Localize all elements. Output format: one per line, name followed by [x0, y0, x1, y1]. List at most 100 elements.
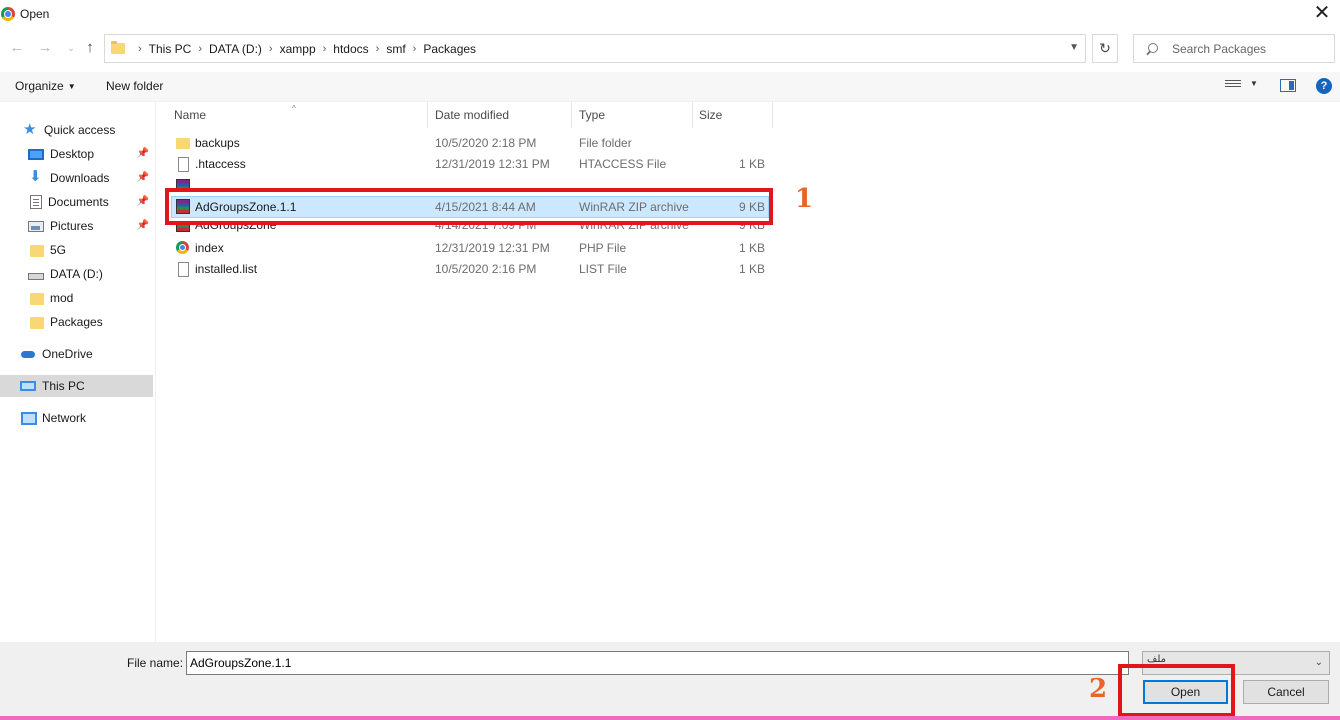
sidebar-item-label: 5G [50, 243, 67, 257]
file-type: File folder [579, 136, 632, 150]
search-input[interactable] [1172, 41, 1322, 56]
sort-ascending-icon: ^ [292, 104, 296, 113]
chevron-down-icon: ⌄ [1314, 657, 1323, 668]
organize-menu[interactable]: Organize ▼ [15, 79, 76, 93]
recent-locations-chevron-icon[interactable]: ⌄ [62, 39, 80, 57]
file-name-label: File name: [127, 656, 184, 670]
chrome-icon [176, 241, 189, 254]
chevron-right-icon[interactable]: › [323, 43, 327, 55]
download-icon [28, 167, 44, 185]
chevron-down-icon: ▼ [67, 82, 76, 91]
close-icon[interactable]: ✕ [1310, 2, 1334, 26]
navigation-bar: ← → ⌄ ↑ › This PC › DATA (D:) › xampp › … [0, 34, 1340, 64]
file-row-installed-list[interactable]: installed.list 10/5/2020 2:16 PM LIST Fi… [171, 259, 769, 280]
search-box[interactable] [1133, 34, 1335, 63]
file-name: index [195, 241, 224, 255]
chevron-right-icon[interactable]: › [269, 43, 273, 55]
breadcrumb-packages[interactable]: Packages [423, 42, 476, 56]
sidebar-item-onedrive[interactable]: OneDrive [0, 343, 153, 365]
address-bar[interactable]: › This PC › DATA (D:) › xampp › htdocs ›… [104, 34, 1086, 63]
refresh-icon: ↻ [1099, 40, 1111, 56]
pin-icon[interactable]: 📌 [137, 220, 149, 231]
column-header-name[interactable]: Name [174, 102, 428, 128]
file-date: 10/5/2020 2:16 PM [435, 262, 537, 276]
refresh-button[interactable]: ↻ [1092, 34, 1118, 63]
pin-icon[interactable]: 📌 [137, 172, 149, 183]
new-folder-button[interactable]: New folder [106, 79, 163, 93]
folder-icon [30, 317, 44, 329]
file-row-index[interactable]: index 12/31/2019 12:31 PM PHP File 1 KB [171, 238, 769, 259]
file-icon [178, 262, 189, 277]
pictures-icon [28, 220, 44, 232]
sidebar-item-label: DATA (D:) [50, 267, 103, 281]
sidebar-item-packages[interactable]: Packages [0, 311, 153, 333]
forward-arrow-icon[interactable]: → [36, 39, 54, 57]
file-name: backups [195, 136, 240, 150]
sidebar-item-label: Desktop [50, 147, 95, 161]
pin-icon[interactable]: 📌 [137, 148, 149, 159]
folder-icon [176, 138, 190, 149]
sidebar-item-downloads[interactable]: Downloads 📌 [0, 167, 153, 189]
window-title: Open [20, 7, 50, 21]
column-header-size[interactable]: Size [699, 102, 773, 128]
up-arrow-icon[interactable]: ↑ [81, 39, 99, 57]
column-header-date-modified[interactable]: Date modified [435, 102, 572, 128]
help-icon[interactable]: ? [1316, 78, 1332, 94]
file-name-field[interactable] [186, 651, 1129, 675]
sidebar-item-mod[interactable]: mod [0, 287, 153, 309]
file-date: 12/31/2019 12:31 PM [435, 157, 550, 171]
chevron-down-icon[interactable]: ▼ [1250, 79, 1258, 88]
sidebar-item-pictures[interactable]: Pictures 📌 [0, 215, 153, 237]
command-bar: Organize ▼ New folder [0, 72, 1340, 102]
file-size: 1 KB [738, 262, 765, 276]
file-size: 1 KB [738, 241, 765, 255]
preview-pane-icon[interactable] [1280, 79, 1296, 92]
file-name: installed.list [195, 262, 258, 276]
view-options-icon[interactable] [1225, 80, 1241, 91]
chevron-down-icon[interactable]: ▼ [1069, 42, 1079, 53]
sidebar-item-label: Documents [48, 195, 109, 209]
cloud-icon [20, 347, 36, 361]
cancel-button[interactable]: Cancel [1243, 680, 1329, 704]
star-icon [22, 120, 38, 138]
chevron-right-icon[interactable]: › [376, 43, 380, 55]
sidebar-item-label: Network [42, 411, 87, 425]
file-size: 1 KB [738, 157, 765, 171]
file-type: PHP File [579, 241, 627, 255]
search-icon [1146, 42, 1158, 55]
sidebar-item-quick-access[interactable]: Quick access [0, 119, 153, 141]
file-row-htaccess[interactable]: .htaccess 12/31/2019 12:31 PM HTACCESS F… [171, 154, 769, 175]
sidebar-item-label: Downloads [50, 171, 110, 185]
breadcrumb-smf[interactable]: smf [386, 42, 405, 56]
annotation-step-1: 1 [795, 184, 814, 214]
folder-icon [30, 245, 44, 257]
breadcrumb-htdocs[interactable]: htdocs [333, 42, 368, 56]
breadcrumb-xampp[interactable]: xampp [280, 42, 316, 56]
file-row-backups[interactable]: backups 10/5/2020 2:18 PM File folder [171, 133, 769, 154]
pin-icon[interactable]: 📌 [137, 196, 149, 207]
sidebar-item-this-pc[interactable]: This PC [0, 375, 153, 397]
column-header-type[interactable]: Type [579, 102, 693, 128]
file-type: LIST File [579, 262, 627, 276]
sidebar-item-documents[interactable]: Documents 📌 [0, 191, 153, 213]
sidebar-item-5g[interactable]: 5G [0, 239, 153, 261]
sidebar-item-data-drive[interactable]: DATA (D:) [0, 263, 153, 285]
sidebar-item-desktop[interactable]: Desktop 📌 [0, 143, 153, 165]
breadcrumb-data-drive[interactable]: DATA (D:) [209, 42, 262, 56]
file-icon [178, 157, 189, 172]
sidebar-item-label: mod [50, 291, 74, 305]
annotation-step-2: 2 [1089, 674, 1108, 704]
chevron-right-icon[interactable]: › [198, 43, 202, 55]
folder-icon [111, 41, 125, 54]
sidebar-item-label: Packages [50, 315, 103, 329]
chevron-right-icon[interactable]: › [138, 43, 142, 55]
computer-icon [20, 381, 36, 391]
sidebar-item-network[interactable]: Network [0, 407, 153, 429]
folder-icon [30, 293, 44, 305]
chevron-right-icon[interactable]: › [413, 43, 417, 55]
back-arrow-icon[interactable]: ← [8, 39, 26, 57]
file-row-partially-hidden[interactable] [171, 179, 769, 188]
drive-icon [28, 272, 44, 280]
breadcrumb-this-pc[interactable]: This PC [149, 42, 192, 56]
file-date: 10/5/2020 2:18 PM [435, 136, 537, 150]
